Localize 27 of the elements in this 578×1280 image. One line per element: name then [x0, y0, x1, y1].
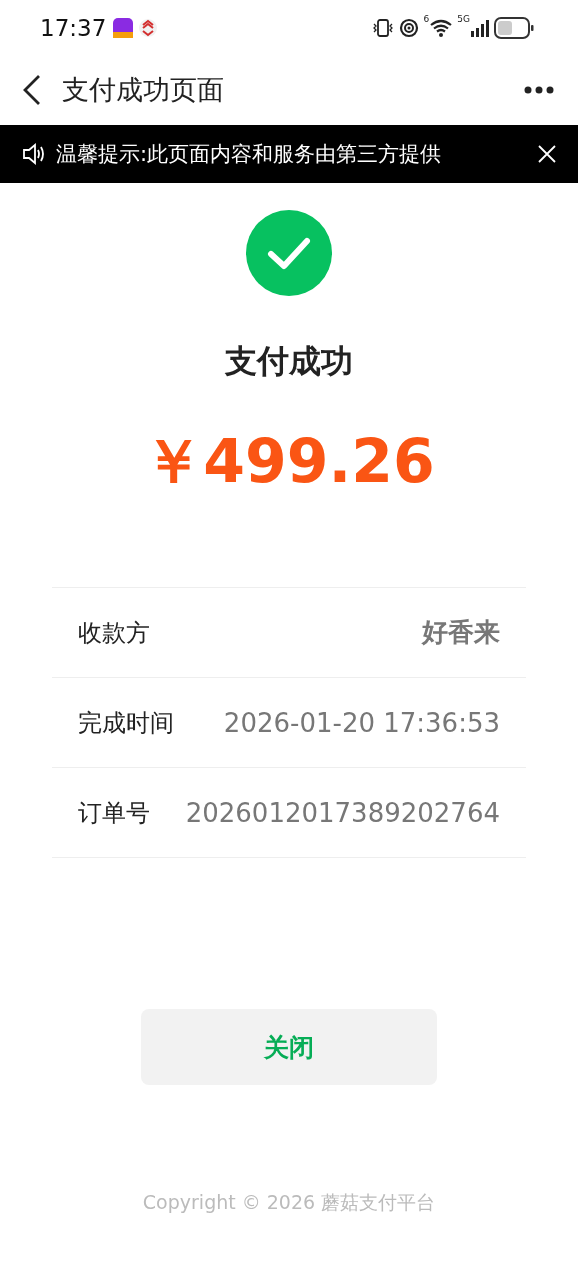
signal-icon — [471, 18, 489, 37]
detail-label: 完成时间 — [78, 707, 174, 739]
detail-value: 2026012017389202764 — [185, 797, 500, 828]
page-title: 支付成功页面 — [62, 73, 224, 107]
more-icon[interactable] — [524, 86, 554, 94]
wifi-generation-label: 6 — [423, 14, 430, 24]
battery-icon — [494, 16, 534, 39]
network-label: 5G — [457, 14, 470, 24]
vibrate-icon — [371, 17, 394, 38]
detail-label: 订单号 — [78, 797, 150, 829]
detail-label: 收款方 — [78, 617, 150, 649]
speaker-icon — [22, 143, 46, 165]
success-check-icon — [246, 210, 332, 296]
result-title: 支付成功 — [225, 341, 353, 382]
payment-amount: ￥499.26 — [143, 425, 435, 498]
app-icon — [113, 17, 134, 38]
detail-value: 2026-01-20 17:36:53 — [223, 707, 500, 738]
back-icon[interactable] — [22, 74, 42, 106]
copyright-text: Copyright © 2026 蘑菇支付平台 — [141, 1190, 437, 1215]
close-button[interactable]: 关闭 — [141, 1009, 437, 1085]
detail-value: 好香来 — [422, 616, 500, 649]
wifi-icon — [430, 18, 453, 37]
app-icon — [138, 17, 159, 38]
close-icon[interactable] — [538, 145, 556, 163]
status-time: 17:37 — [40, 14, 107, 41]
notice-text: 温馨提示:此页面内容和服务由第三方提供 — [56, 141, 442, 168]
hotspot-icon — [398, 17, 419, 38]
